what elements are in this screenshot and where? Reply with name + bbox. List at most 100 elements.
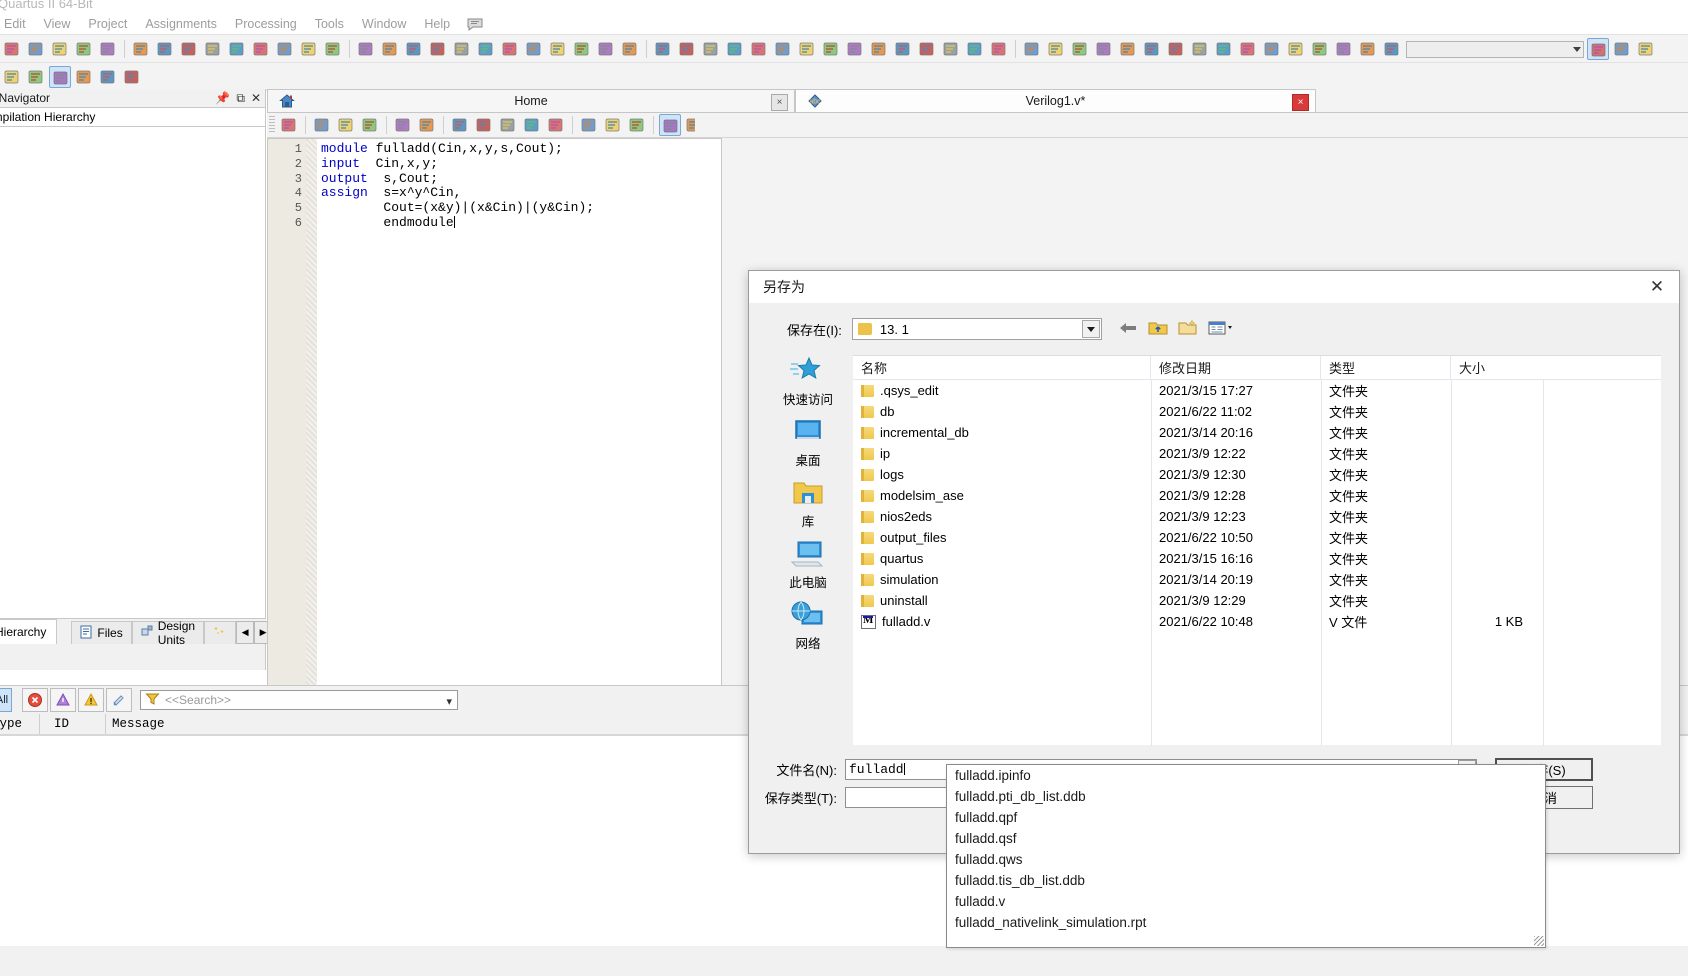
pin-planner-icon[interactable]: [130, 38, 152, 60]
close-icon[interactable]: ✕: [251, 91, 261, 106]
options-icon[interactable]: [892, 38, 914, 60]
uncomment-icon[interactable]: [473, 114, 495, 136]
error-filter-button[interactable]: [22, 688, 48, 712]
file-list-row[interactable]: .qsys_edit 2021/3/15 17:27 文件夹: [853, 380, 1661, 401]
license-setup-icon[interactable]: [772, 38, 794, 60]
new-project-icon[interactable]: [1, 38, 23, 60]
report-icon[interactable]: [868, 38, 890, 60]
file-list-row[interactable]: fulladd.v 2021/6/22 10:48 V 文件 1 KB: [853, 611, 1661, 632]
magic-wand-icon[interactable]: [499, 38, 521, 60]
chevron-down-icon[interactable]: [1081, 320, 1100, 338]
menu-item-tools[interactable]: Tools: [306, 15, 353, 33]
sort-asc-icon[interactable]: [1333, 38, 1355, 60]
tab-scroll-left-button[interactable]: ◀: [236, 621, 255, 644]
find-icon[interactable]: [311, 114, 333, 136]
timing-analyzer-icon[interactable]: [154, 38, 176, 60]
find-icon[interactable]: [1611, 38, 1633, 60]
template-icon[interactable]: [602, 114, 624, 136]
new-folder-icon[interactable]: [1178, 319, 1198, 339]
menu-item-view[interactable]: View: [35, 15, 80, 33]
file-list[interactable]: 名称 修改日期 类型 大小 .qsys_edit 2021/3/15 17:27 文…: [853, 355, 1661, 746]
technology-map-icon[interactable]: [250, 38, 272, 60]
restore-icon[interactable]: ⧉: [236, 91, 245, 106]
clear-search-icon[interactable]: [1587, 38, 1609, 60]
clear-bookmarks-icon[interactable]: [545, 114, 567, 136]
folder-path-combobox[interactable]: 13. 1: [851, 318, 1102, 340]
up-folder-icon[interactable]: [1148, 319, 1168, 339]
place-item-2[interactable]: 桌面: [765, 416, 851, 469]
rtl-viewer-icon[interactable]: [226, 38, 248, 60]
save-project-icon[interactable]: [49, 38, 71, 60]
file-list-row[interactable]: modelsim_ase 2021/3/9 12:28 文件夹: [853, 485, 1661, 506]
outdent-icon[interactable]: [416, 114, 438, 136]
megawizard-icon[interactable]: [724, 38, 746, 60]
print-preview-icon[interactable]: [1261, 38, 1283, 60]
in-system-sources-icon[interactable]: [322, 38, 344, 60]
filename-autocomplete-list[interactable]: fulladd.ipinfo fulladd.pti_db_list.ddb ful…: [946, 764, 1546, 948]
assemble-icon[interactable]: [1189, 38, 1211, 60]
sidebar-item-hierarchy[interactable]: Hierarchy: [0, 619, 58, 644]
open-project-icon[interactable]: [25, 38, 47, 60]
goto-line-icon[interactable]: [359, 114, 381, 136]
qsys-icon[interactable]: [700, 38, 722, 60]
file-list-row[interactable]: simulation 2021/3/14 20:19 文件夹: [853, 569, 1661, 590]
autocomplete-option-4[interactable]: fulladd.qsf: [947, 828, 1545, 849]
checklist-icon[interactable]: [121, 66, 143, 88]
column-header-size[interactable]: 大小: [1451, 356, 1543, 379]
place-item-1[interactable]: 快速访问: [765, 355, 851, 408]
hierarchy-tool-icon[interactable]: [523, 38, 545, 60]
sort-desc-icon[interactable]: [1357, 38, 1379, 60]
file-list-row[interactable]: ip 2021/3/9 12:22 文件夹: [853, 443, 1661, 464]
autocomplete-option-6[interactable]: fulladd.tis_db_list.ddb: [947, 870, 1545, 891]
column-header-modified-date[interactable]: 修改日期: [1151, 356, 1321, 379]
programmer-icon[interactable]: [403, 38, 425, 60]
toolbar-search-combobox[interactable]: [1406, 40, 1584, 58]
info-filter-button[interactable]: [106, 688, 132, 712]
logic-analyzer-icon[interactable]: [475, 38, 497, 60]
sidebar-item-ip-components[interactable]: [204, 621, 237, 644]
place-item-5[interactable]: 网络: [765, 599, 851, 652]
menu-item-window[interactable]: Window: [353, 15, 415, 33]
stop-icon[interactable]: [1045, 38, 1067, 60]
refresh-icon[interactable]: [97, 66, 119, 88]
chevron-down-icon[interactable]: [1573, 46, 1581, 52]
print-icon[interactable]: [1237, 38, 1259, 60]
settings-icon[interactable]: [73, 38, 95, 60]
tcl-console-icon[interactable]: [796, 38, 818, 60]
messages-icon[interactable]: [820, 38, 842, 60]
pin-icon[interactable]: 📌: [215, 91, 230, 106]
warning-filter-button[interactable]: [78, 688, 104, 712]
file-list-row[interactable]: quartus 2021/3/15 16:16 文件夹: [853, 548, 1661, 569]
run-icon[interactable]: [1069, 38, 1091, 60]
sidebar-item-files[interactable]: Files: [71, 621, 132, 644]
autocomplete-option-1[interactable]: fulladd.ipinfo: [947, 765, 1545, 786]
resize-grip-icon[interactable]: [1534, 936, 1544, 946]
bar-icon[interactable]: [451, 38, 473, 60]
file-list-row[interactable]: incremental_db 2021/3/14 20:16 文件夹: [853, 422, 1661, 443]
column-header-id[interactable]: ID: [48, 714, 106, 734]
find-binoculars-icon[interactable]: [1, 66, 23, 88]
autocomplete-option-3[interactable]: fulladd.qpf: [947, 807, 1545, 828]
state-machine-icon[interactable]: [988, 38, 1010, 60]
place-item-4[interactable]: 此电脑: [765, 538, 851, 591]
autocomplete-option-7[interactable]: fulladd.v: [947, 891, 1545, 912]
indent-icon[interactable]: [392, 114, 414, 136]
undo-comment-icon[interactable]: [497, 114, 519, 136]
column-header-name[interactable]: 名称: [853, 356, 1151, 379]
dialog-close-icon[interactable]: ✕: [1635, 271, 1679, 302]
system-console-icon[interactable]: [748, 38, 770, 60]
message-search-input[interactable]: <<Search>> ▾: [140, 690, 458, 710]
sidebar-item-design-units[interactable]: Design Units: [131, 619, 205, 647]
netlist-viewer-icon[interactable]: [202, 38, 224, 60]
check-syntax-icon[interactable]: [626, 114, 648, 136]
column-header-type[interactable]: 类型: [1321, 356, 1451, 379]
eda-tools-icon[interactable]: [652, 38, 674, 60]
comment-icon[interactable]: [449, 114, 471, 136]
tab-verilog1[interactable]: abc Verilog1.v* ×: [795, 89, 1316, 113]
waveform-icon[interactable]: [427, 38, 449, 60]
tab-home-close-icon[interactable]: ×: [771, 94, 788, 111]
menu-item-project[interactable]: Project: [79, 15, 136, 33]
text-editor-icon[interactable]: [25, 66, 47, 88]
replace-icon[interactable]: [335, 114, 357, 136]
chevron-down-icon[interactable]: ▾: [446, 695, 452, 708]
